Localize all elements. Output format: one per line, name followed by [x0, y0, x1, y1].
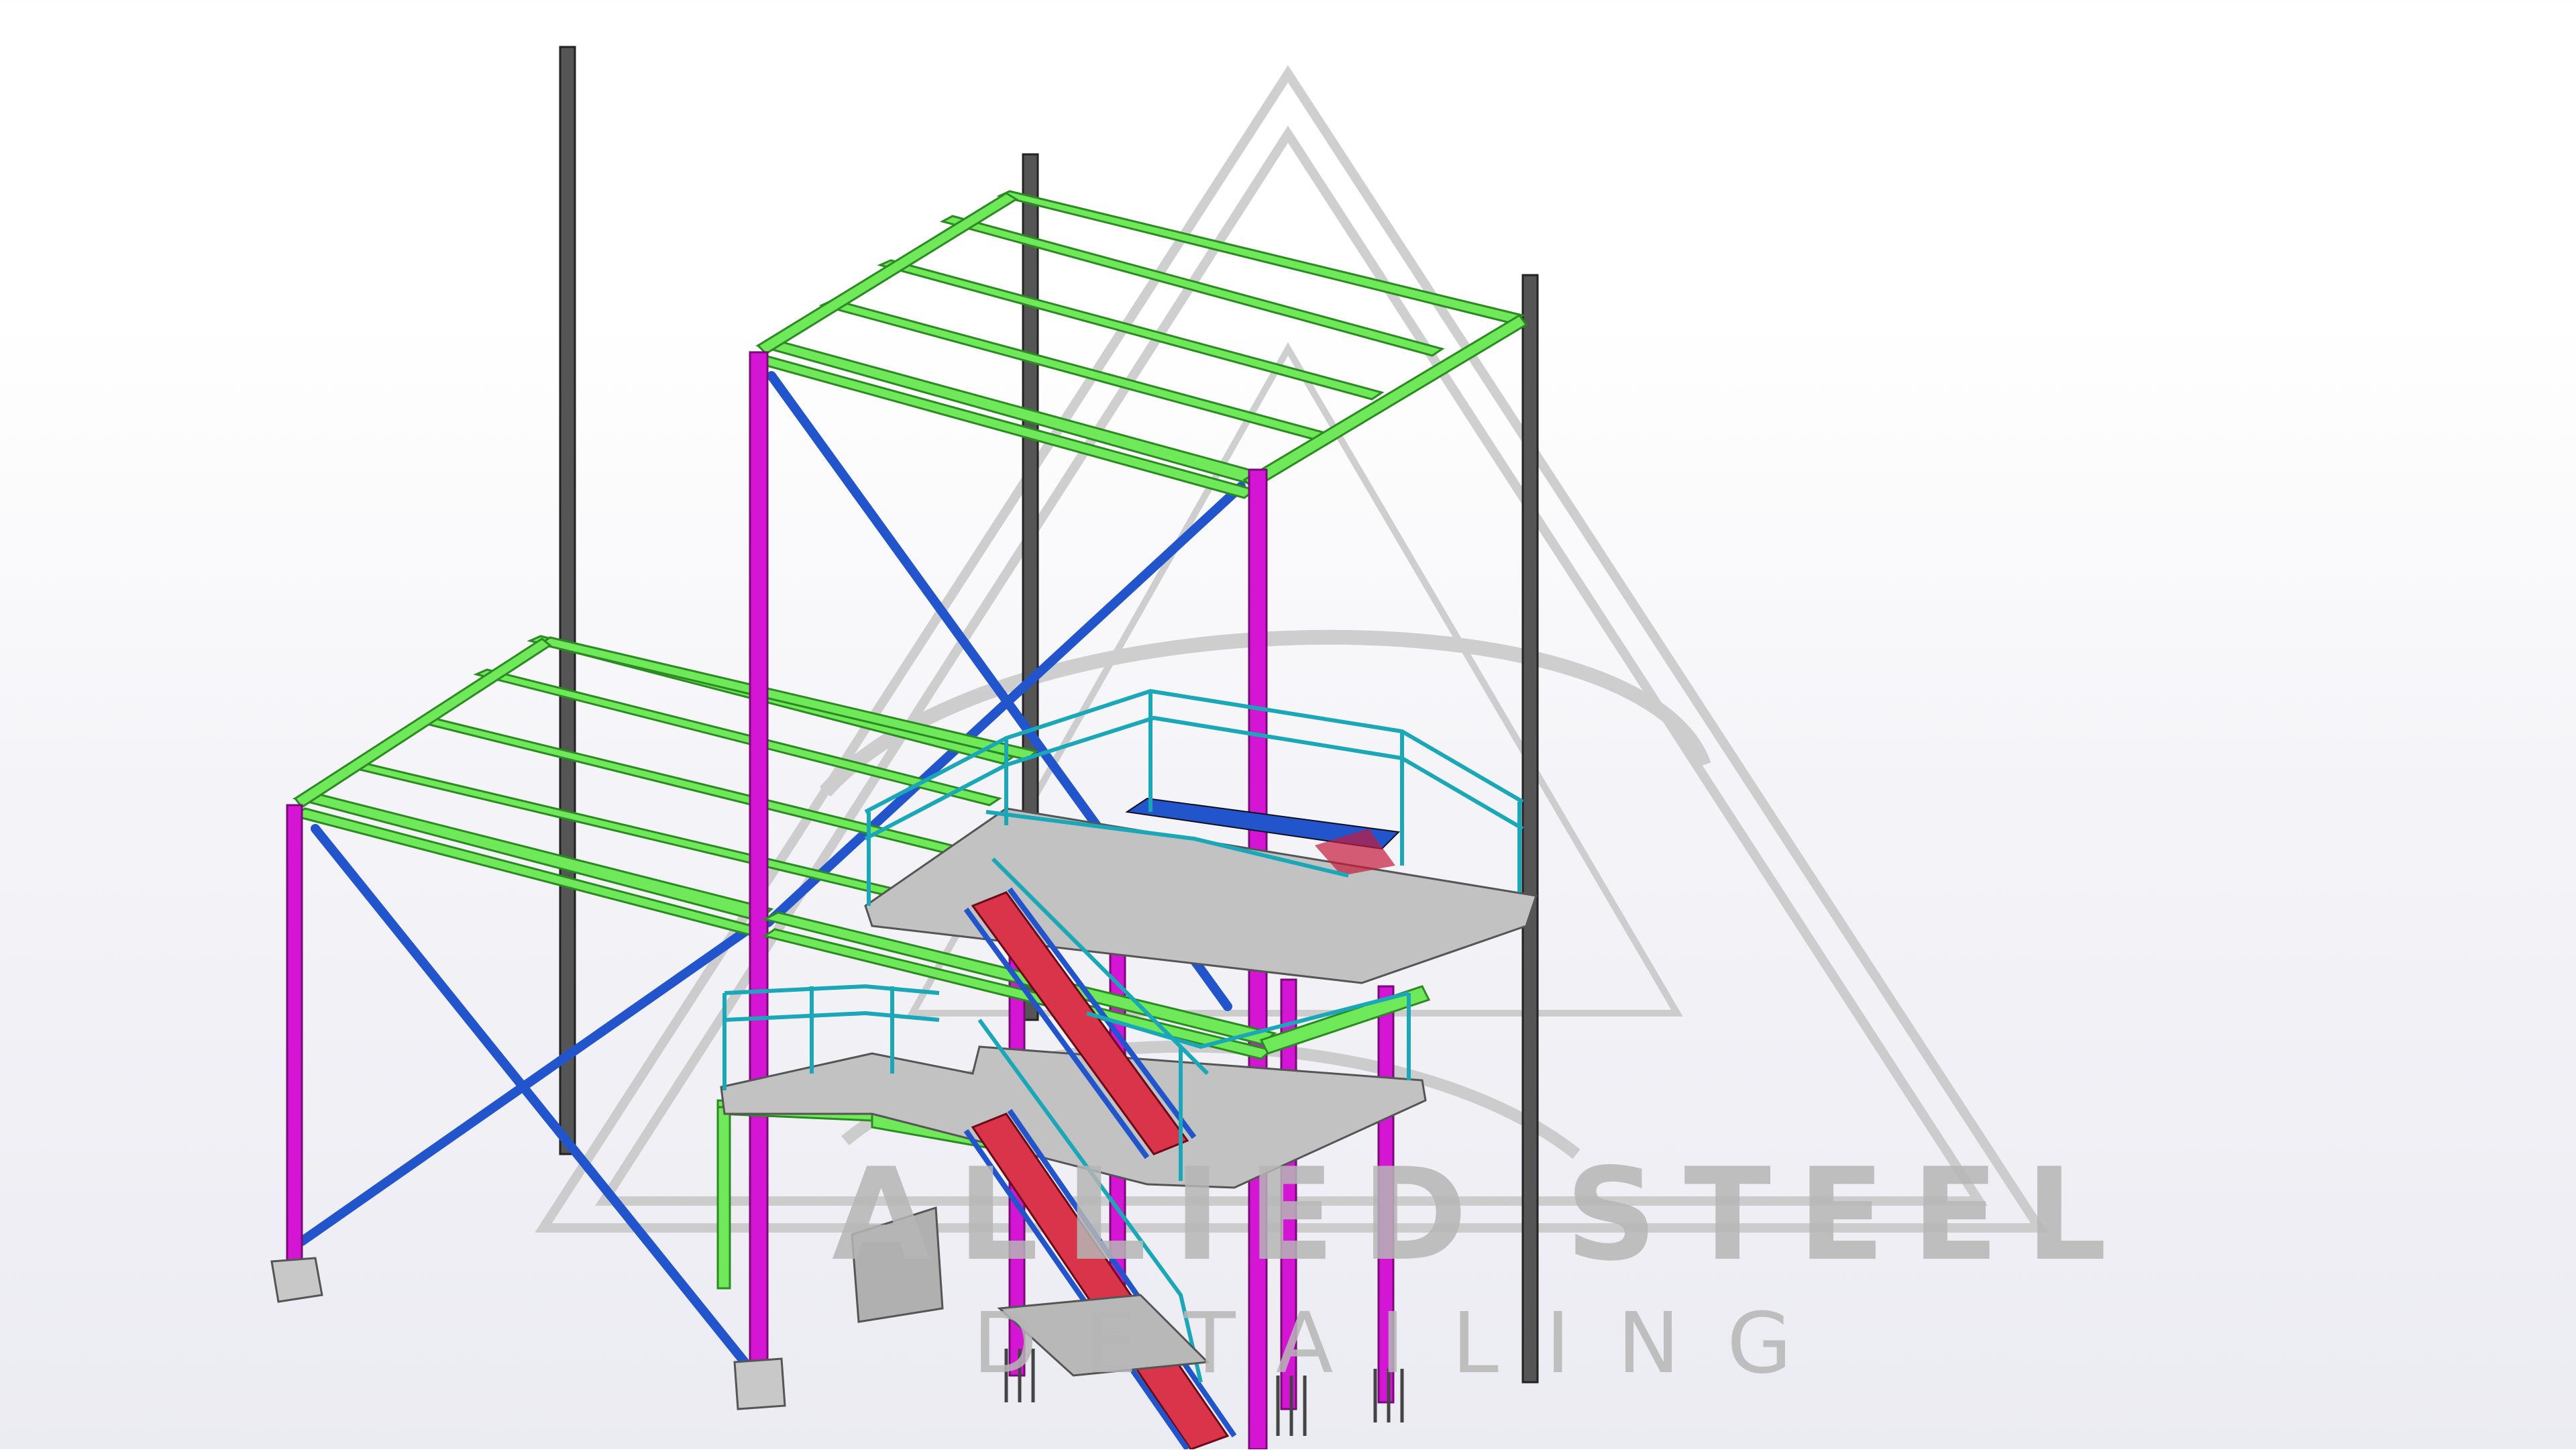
watermark-title: ALLIED STEEL [832, 1141, 2134, 1289]
model-viewport[interactable]: ALLIED STEEL DETAILING [0, 0, 2576, 1451]
upper-platform [864, 797, 1538, 984]
upper-roof-beams [752, 190, 1528, 499]
watermark-subtitle: DETAILING [973, 1295, 1839, 1392]
